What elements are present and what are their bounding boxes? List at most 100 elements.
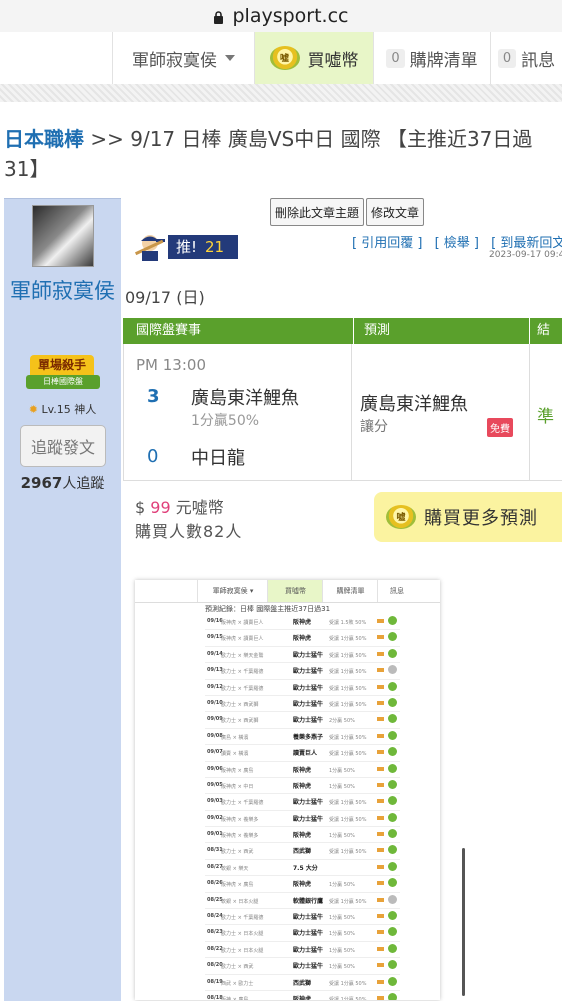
result-dot-icon	[388, 681, 397, 691]
ticket-icon	[377, 897, 384, 902]
record-match: 阪神虎 × 廣島	[221, 882, 254, 889]
delete-topic-button[interactable]: 刪除此文章主題	[270, 198, 364, 226]
record-spread: 受讓 1分贏 50%	[329, 701, 367, 708]
prediction-table-row: PM 13:00 3 廣島東洋鯉魚 1分贏50% 0 中日龍 廣島東洋鯉魚 讓分…	[123, 344, 562, 481]
message-count-badge: 0	[497, 48, 517, 68]
result-dot-icon	[388, 616, 397, 625]
article-links: [ 引用回覆 ] [ 檢舉 ] [ 到最新回文	[352, 232, 562, 251]
record-spread: 受讓 1分贏 50%	[329, 652, 367, 659]
ticket-icon	[377, 651, 384, 656]
record-spread: 1分贏 50%	[329, 931, 355, 938]
record-row: 08/23 歐力士 × 日本火腿 歐力士猛牛 1分贏 50%	[205, 925, 400, 942]
url-text: playsport.cc	[232, 5, 349, 27]
follow-button[interactable]: 追蹤發文	[20, 425, 106, 467]
record-spread: 受讓 1分贏 50%	[329, 800, 367, 807]
result-dot-icon	[388, 943, 397, 953]
record-match: 歐力士 × 千葉羅德	[221, 800, 264, 807]
sun-icon: ✹	[28, 403, 38, 416]
record-match: 阪神虎 × 廣島	[221, 767, 254, 774]
record-pick: 7.5 大分	[293, 864, 318, 872]
record-spread: 1分贏 50%	[329, 882, 355, 889]
ticket-icon	[377, 733, 384, 738]
buy-coins-label: 買噓幣	[307, 50, 359, 71]
record-match: 歐力士 × 西武	[221, 964, 254, 971]
record-spread: 1分贏 50%	[329, 767, 355, 774]
record-pick: 讀賣巨人	[293, 750, 318, 758]
ticket-icon	[377, 914, 384, 919]
reply-link[interactable]: [ 引用回覆 ]	[352, 236, 422, 251]
record-spread: 受讓 1分贏 50%	[329, 996, 367, 1000]
team2-score: 0	[147, 446, 159, 467]
record-pick: 阪神虎	[293, 832, 312, 840]
record-row: 08/27 軟銀 × 樂天 7.5 大分	[205, 860, 400, 877]
avatar[interactable]	[32, 205, 94, 267]
embedded-record-screenshot: 軍師寂寞侯 ▾ 買噓幣 購牌清單 訊息 預測紀錄：日棒 國際盤主推近37日過31…	[135, 580, 440, 1000]
record-spread: 受讓 1分贏 50%	[329, 898, 367, 905]
record-match: 歐力士 × 日本火腿	[221, 947, 264, 954]
ticket-icon	[377, 848, 384, 853]
result-dot-icon	[388, 829, 397, 839]
result-dot-icon	[388, 845, 397, 855]
result-dot-icon	[388, 992, 397, 1000]
breadcrumb-separator: >>	[90, 127, 124, 151]
record-spread: 1分贏 50%	[329, 947, 355, 954]
ticket-icon	[377, 750, 384, 755]
coin-icon: 噓	[269, 46, 300, 70]
edit-article-button[interactable]: 修改文章	[366, 198, 424, 226]
buy-coins-button[interactable]: 噓 買噓幣	[254, 32, 373, 84]
ticket-icon	[377, 963, 384, 968]
author-name[interactable]: 軍師寂寞侯	[4, 277, 121, 305]
embedded-nav: 軍師寂寞侯 ▾ 買噓幣 購牌清單 訊息	[135, 580, 440, 603]
user-menu[interactable]: 軍師寂寞侯	[112, 32, 254, 84]
result-dot-icon	[388, 861, 397, 871]
record-pick: 歐力士猛牛	[293, 651, 324, 659]
push-button[interactable]: 推! 21	[130, 232, 238, 262]
record-row: 09/05 阪神虎 × 中日 阪神虎 1分贏 50%	[205, 778, 400, 795]
article-title: 9/17 日棒 廣島VS中日 國際 【主推近37日過31】	[4, 127, 533, 181]
record-match: 歐力士 × 千葉羅德	[221, 669, 264, 676]
result-dot-icon	[388, 714, 397, 724]
author-level: ✹ Lv.15 神人	[4, 401, 121, 417]
record-row: 08/31 歐力士 × 西武 西武獅 受讓 1分贏 50%	[205, 843, 400, 860]
header-match: 國際盤賽事	[136, 323, 202, 338]
page-title: 日本職棒 >> 9/17 日棒 廣島VS中日 國際 【主推近37日過31】	[4, 124, 560, 184]
cart-link[interactable]: 0 購牌清單	[373, 32, 490, 84]
record-spread: 受讓 1分贏 50%	[329, 980, 367, 987]
record-pick: 西武獅	[293, 848, 312, 856]
cart-count-badge: 0	[386, 48, 405, 68]
report-link[interactable]: [ 檢舉 ]	[435, 236, 479, 251]
price-value: 99	[150, 498, 171, 517]
record-spread: 受讓 1分贏 50%	[329, 849, 367, 856]
result-dot-icon	[388, 648, 397, 658]
result-dot-icon	[388, 632, 397, 642]
embedded-record-list: 09/16 阪神虎 × 讀賣巨人 阪神虎 受讓 1.5敗 50% 09/15 阪神虎 × …	[205, 614, 400, 1000]
browser-url-bar[interactable]: playsport.cc	[0, 0, 562, 32]
follower-count: 2967人追蹤	[4, 473, 121, 493]
scrollbar[interactable]	[462, 848, 465, 996]
record-pick: 歐力士猛牛	[293, 668, 324, 676]
result-dot-icon	[388, 976, 397, 986]
buy-more-label: 購買更多預測	[424, 508, 538, 529]
badge-title: 單場殺手	[30, 355, 94, 375]
record-match: 軟銀 × 樂天	[221, 865, 249, 872]
buy-more-predictions-button[interactable]: 噓 購買更多預測	[374, 492, 562, 542]
record-pick: 西武獅	[293, 979, 312, 987]
follower-number: 2967	[20, 474, 63, 492]
category-link[interactable]: 日本職棒	[4, 127, 84, 151]
record-spread: 1分贏 50%	[329, 915, 355, 922]
result-dot-icon	[388, 878, 397, 888]
result-dot-icon	[388, 911, 397, 921]
record-pick: 阪神虎	[293, 782, 312, 790]
latest-reply-link[interactable]: [ 到最新回文	[491, 236, 562, 251]
record-row: 09/16 阪神虎 × 讀賣巨人 阪神虎 受讓 1.5敗 50%	[205, 614, 400, 631]
team1-score: 3	[147, 386, 160, 407]
prediction-table-header: 國際盤賽事 預測 結果	[123, 318, 562, 364]
messages-link[interactable]: 0 訊息	[490, 32, 562, 84]
ticket-icon	[377, 799, 384, 804]
ticket-icon	[377, 946, 384, 951]
record-match: 讀賣 × 橫濱	[221, 751, 249, 758]
result-dot-icon	[388, 665, 397, 675]
ticket-icon	[377, 832, 384, 837]
follower-suffix: 人追蹤	[62, 476, 105, 492]
ticket-icon	[377, 717, 384, 722]
